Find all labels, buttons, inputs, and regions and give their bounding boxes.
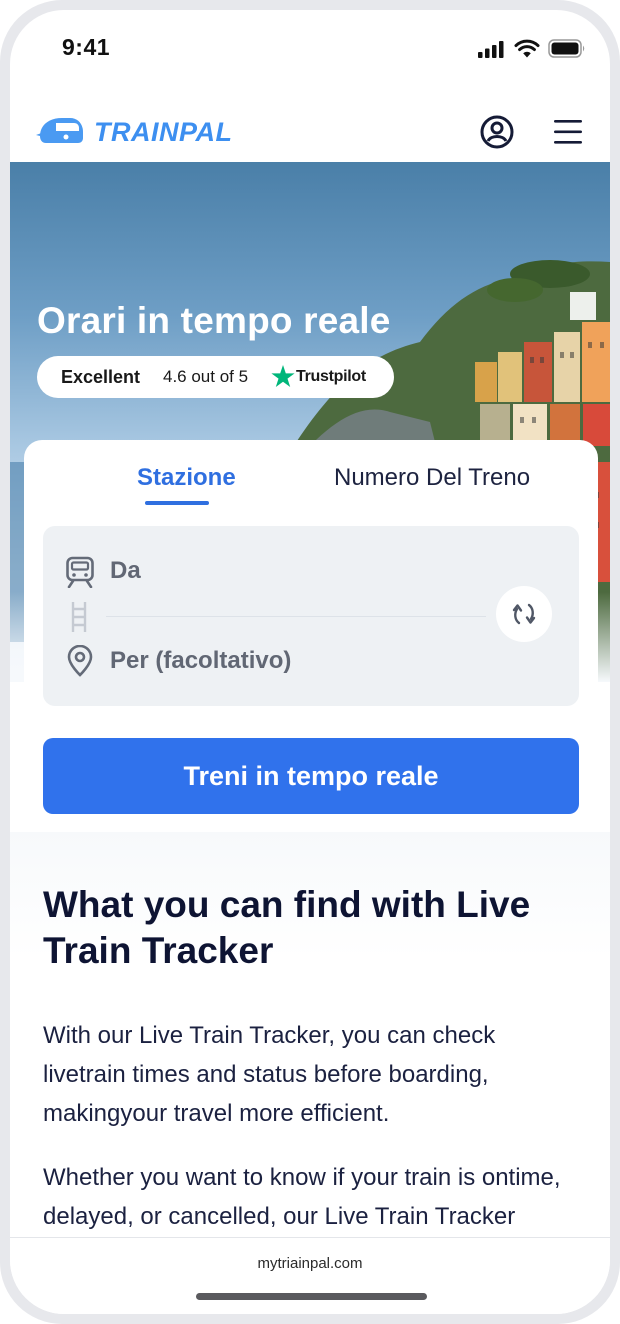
trustpilot-brand: Trustpilot xyxy=(296,368,366,385)
tab-numero-del-treno[interactable]: Numero Del Treno xyxy=(334,464,530,492)
status-bar: 9:41 xyxy=(10,10,610,90)
browser-url-bar[interactable]: mytriainpal.com xyxy=(10,1237,610,1314)
track-icon xyxy=(69,602,89,637)
account-button[interactable] xyxy=(480,115,514,154)
star-icon xyxy=(271,365,295,393)
account-icon xyxy=(480,115,514,153)
inputs-divider xyxy=(106,616,486,617)
article-section: What you can find with Live Train Tracke… xyxy=(10,832,610,1269)
article-paragraph-1: With our Live Train Tracker, you can che… xyxy=(43,1022,496,1127)
signal-icon xyxy=(478,40,506,63)
trustpilot-badge[interactable]: Excellent 4.6 out of 5 Trustpilot xyxy=(37,356,394,398)
tab-stazione[interactable]: Stazione xyxy=(137,464,236,492)
station-inputs: Da Per (facoltativo) xyxy=(43,526,579,706)
brand-logo[interactable]: TRAINPAL xyxy=(36,114,233,151)
swap-stations-button[interactable] xyxy=(496,586,552,642)
trustpilot-rating-word: Excellent xyxy=(61,367,141,387)
active-tab-indicator xyxy=(145,501,209,505)
trustpilot-score: 4.6 out of 5 xyxy=(163,367,249,386)
device-frame: 9:41 TRAINPAL Orari in tempo reale Excel… xyxy=(0,0,620,1324)
location-pin-icon xyxy=(65,644,95,682)
to-station-field[interactable]: Per (facoltativo) xyxy=(110,647,291,675)
brand-name: TRAINPAL xyxy=(94,117,233,147)
search-card: Stazione Numero Del Treno Da Per (facolt… xyxy=(24,440,598,832)
url-text: mytriainpal.com xyxy=(257,1255,363,1272)
top-nav: TRAINPAL xyxy=(10,90,610,162)
train-logo-icon xyxy=(36,114,84,151)
screen: 9:41 TRAINPAL Orari in tempo reale Excel… xyxy=(10,10,610,1314)
from-station-field[interactable]: Da xyxy=(110,557,141,585)
menu-button[interactable] xyxy=(554,120,582,149)
wifi-icon xyxy=(514,39,540,63)
status-icons xyxy=(478,39,586,63)
hero-headline: Orari in tempo reale xyxy=(37,300,391,341)
home-indicator[interactable] xyxy=(196,1293,427,1300)
status-time: 9:41 xyxy=(62,34,111,60)
train-icon xyxy=(65,556,95,593)
search-trains-button[interactable]: Treni in tempo reale xyxy=(43,738,579,814)
article-heading: What you can find with Live Train Tracke… xyxy=(43,884,531,971)
menu-icon xyxy=(554,120,582,148)
battery-icon xyxy=(548,39,586,63)
